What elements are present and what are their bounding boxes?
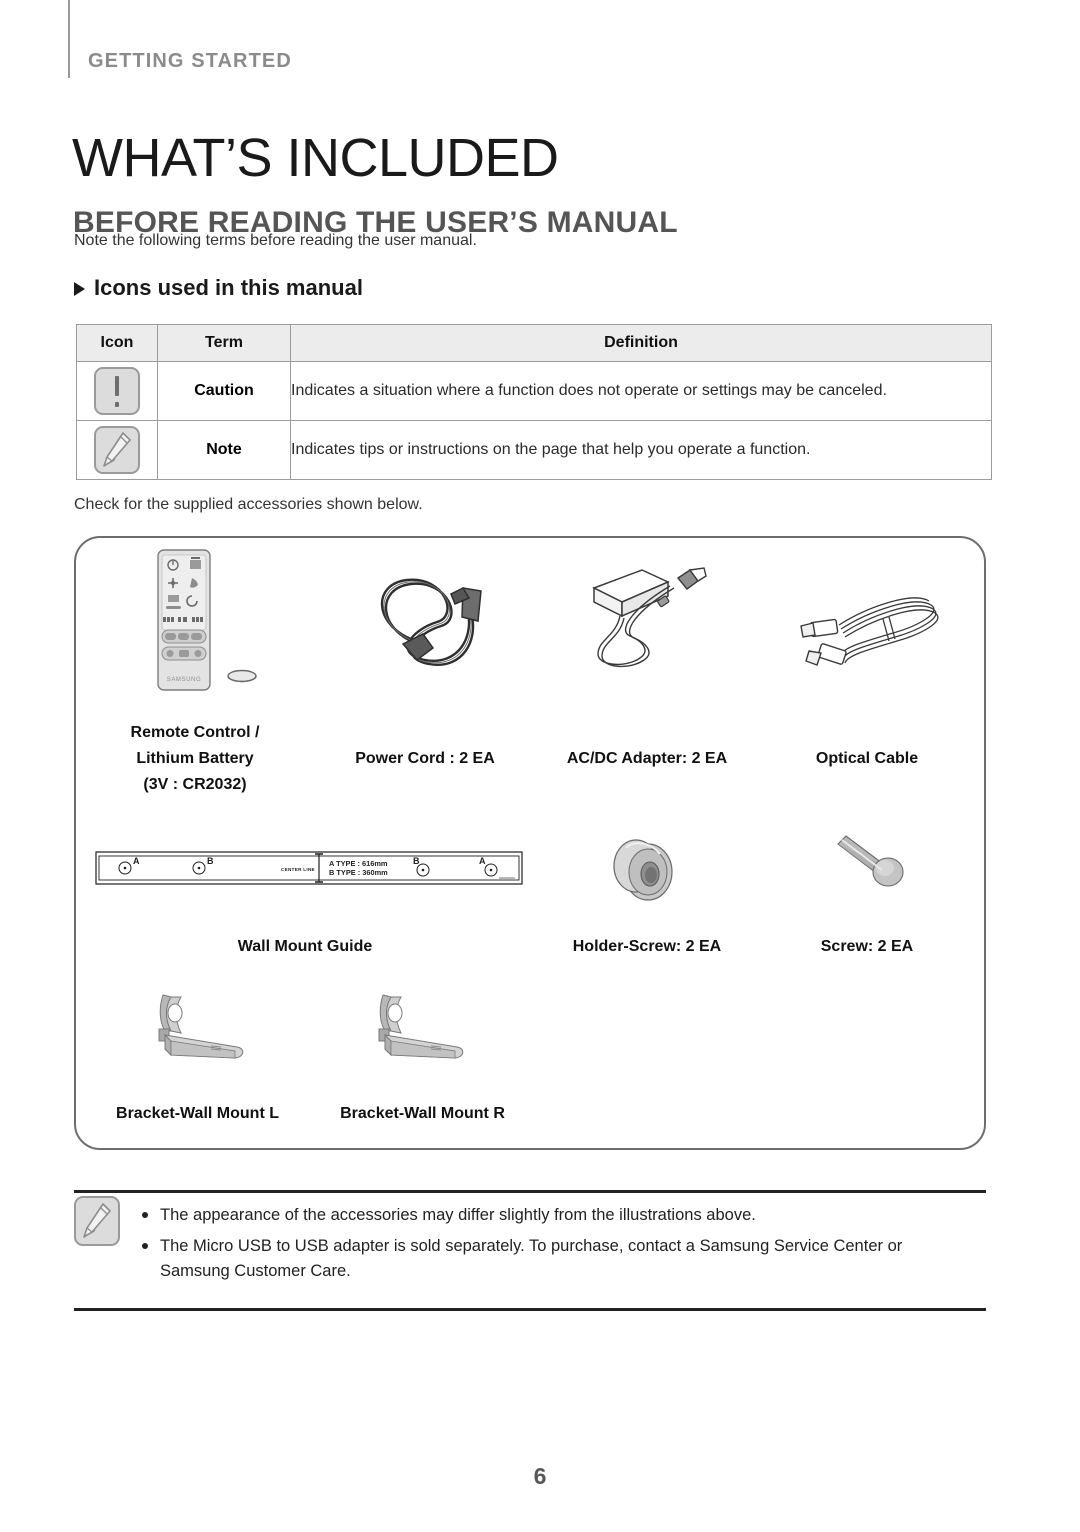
caption-remote-control: Remote Control / Lithium Battery (3V : C… — [100, 720, 290, 798]
caption-bracket-right: Bracket-Wall Mount R — [340, 1105, 505, 1122]
caption-wall-mount-guide: Wall Mount Guide — [237, 938, 373, 955]
bullet-icon — [142, 1212, 148, 1218]
notes-bottom-rule — [74, 1308, 986, 1311]
icons-legend-table: Icon Term Definition Caution Indicates a… — [76, 324, 992, 480]
note-item: The Micro USB to USB adapter is sold sep… — [138, 1234, 968, 1283]
note-icon — [94, 426, 140, 474]
optical-connector-1 — [800, 618, 839, 638]
intro-paragraph: Note the following terms before reading … — [74, 232, 477, 249]
cell-term-note: Note — [157, 420, 291, 480]
pen-icon — [103, 432, 131, 467]
table-row: Caution Indicates a situation where a fu… — [76, 361, 992, 421]
header-accent-rule — [68, 0, 70, 78]
notes-top-rule — [74, 1190, 986, 1193]
caption-ac-dc-adapter: AC/DC Adapter: 2 EA — [566, 750, 728, 767]
screw-illustration — [830, 832, 906, 903]
note-item: The appearance of the accessories may di… — [138, 1203, 968, 1227]
bullet-icon — [142, 1243, 148, 1250]
ac-dc-adapter-illustration — [586, 562, 726, 685]
page-number: 6 — [533, 1463, 547, 1489]
caption-holder-screw: Holder-Screw: 2 EA — [572, 938, 722, 955]
exclamation-dot — [115, 402, 119, 407]
cell-icon-note — [76, 420, 158, 480]
table-header: Icon Term Definition — [76, 324, 992, 362]
column-header-icon: Icon — [76, 324, 158, 362]
caption-line: (3V : CR2032) — [143, 775, 247, 793]
table-body: Caution Indicates a situation where a fu… — [76, 361, 992, 480]
icons-section-heading: Icons used in this manual — [74, 275, 363, 301]
svg-text:B TYPE : 360mm: B TYPE : 360mm — [329, 868, 388, 877]
caption-line: Lithium Battery — [136, 749, 254, 767]
cell-term-caution: Caution — [157, 361, 291, 421]
svg-text:A TYPE : 616mm: A TYPE : 616mm — [329, 859, 388, 868]
note-icon — [74, 1196, 120, 1246]
caption-screw: Screw: 2 EA — [820, 938, 914, 955]
caption-line: Remote Control / — [130, 724, 260, 741]
svg-text:A: A — [479, 856, 486, 866]
cell-icon-caution — [76, 361, 158, 421]
svg-text:SAMSUNG: SAMSUNG — [167, 677, 202, 683]
svg-text:CENTER LINE: CENTER LINE — [281, 867, 315, 872]
table-header-row: Icon Term Definition — [76, 324, 992, 362]
holder-screw-illustration — [610, 824, 684, 915]
bracket-wall-mount-right-illustration — [365, 985, 475, 1076]
caption-optical-cable: Optical Cable — [815, 750, 919, 767]
optical-connector-2 — [805, 643, 847, 666]
column-header-definition: Definition — [290, 324, 992, 362]
column-header-term: Term — [157, 324, 291, 362]
page-title: WHAT’S INCLUDED — [72, 128, 559, 189]
accessories-intro: Check for the supplied accessories shown… — [74, 496, 423, 513]
note-icon-box — [74, 1196, 120, 1246]
caption-bracket-left: Bracket-Wall Mount L — [116, 1105, 279, 1122]
svg-text:B: B — [413, 856, 420, 866]
power-cord-illustration — [363, 558, 513, 685]
optical-cable-illustration — [797, 585, 947, 686]
table-row: Note Indicates tips or instructions on t… — [76, 420, 992, 480]
bracket-wall-mount-left-illustration — [145, 985, 255, 1076]
breadcrumb-eyebrow: GETTING STARTED — [88, 50, 292, 72]
svg-text:A: A — [133, 856, 140, 866]
note-text: The Micro USB to USB adapter is sold sep… — [160, 1237, 903, 1280]
exclamation-stroke — [115, 376, 119, 396]
note-text: The appearance of the accessories may di… — [160, 1206, 756, 1224]
caption-power-cord: Power Cord : 2 EA — [355, 750, 495, 767]
remote-control-and-battery-illustration: SAMSUNG — [152, 548, 268, 705]
arrow-right-icon — [74, 282, 85, 296]
pen-icon — [83, 1203, 111, 1238]
notes-list: The appearance of the accessories may di… — [138, 1203, 968, 1290]
caution-icon — [94, 367, 140, 415]
svg-text:B: B — [207, 856, 214, 866]
cell-definition-caution: Indicates a situation where a function d… — [290, 361, 992, 421]
icons-section-heading-label: Icons used in this manual — [94, 275, 363, 300]
wall-mount-guide-illustration: A B CENTER LINE A TYPE : 616mm B TYPE : … — [95, 848, 523, 895]
cell-definition-note: Indicates tips or instructions on the pa… — [290, 420, 992, 480]
